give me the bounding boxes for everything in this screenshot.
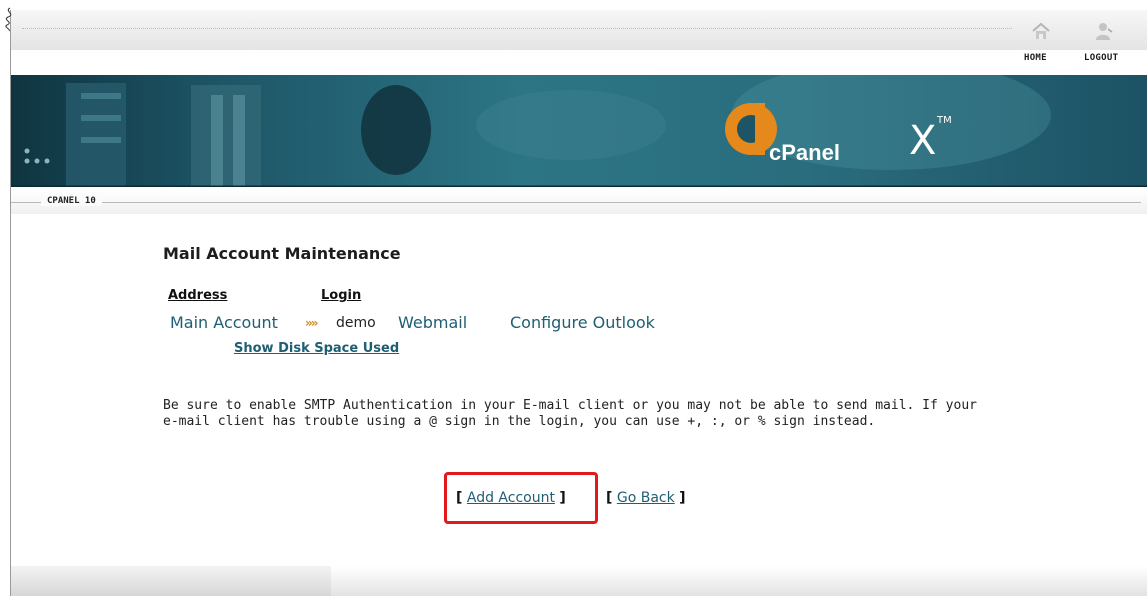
go-back-link[interactable]: Go Back [617,490,675,506]
section-header-bar: CPANEL 10 [11,190,1147,214]
main-account-link[interactable]: Main Account [170,313,278,332]
cpanel-banner: cPanel X TM [11,75,1147,187]
cpanel-logo-text: cPanel [769,140,840,165]
logout-icon[interactable] [1092,20,1114,42]
login-column-header: Login [321,288,362,303]
go-back-action[interactable]: [ Go Back ] [606,490,686,506]
footer-bar [11,566,1147,596]
cpanel-logo: cPanel X TM [725,103,952,165]
section-divider [11,202,1141,203]
toolbar-dotted-line [22,28,1012,29]
top-toolbar [11,10,1147,50]
home-icon[interactable] [1030,20,1052,42]
bracket-close: ] [679,490,686,506]
bracket-open: [ [606,490,613,506]
login-value: demo [336,315,376,331]
configure-outlook-link[interactable]: Configure Outlook [510,313,655,332]
highlight-annotation-box [444,472,598,524]
separator-arrows-icon: »» [305,316,318,330]
section-label: CPANEL 10 [41,196,102,206]
page-title: Mail Account Maintenance [163,244,401,263]
webmail-link[interactable]: Webmail [398,313,467,332]
address-column-header: Address [168,288,228,303]
squiggle-decoration-icon [5,7,12,32]
trademark-mark: TM [936,115,952,126]
cpanel-x-mark: X [909,118,936,164]
nav-logout-link[interactable]: LOGOUT [1084,53,1118,63]
show-disk-space-link[interactable]: Show Disk Space Used [234,341,399,356]
footer-shade [11,566,331,596]
nav-label-band [11,50,1147,75]
smtp-notice-text: Be sure to enable SMTP Authentication in… [163,398,977,429]
banner-background-image [11,75,1147,187]
nav-home-link[interactable]: HOME [1024,53,1047,63]
